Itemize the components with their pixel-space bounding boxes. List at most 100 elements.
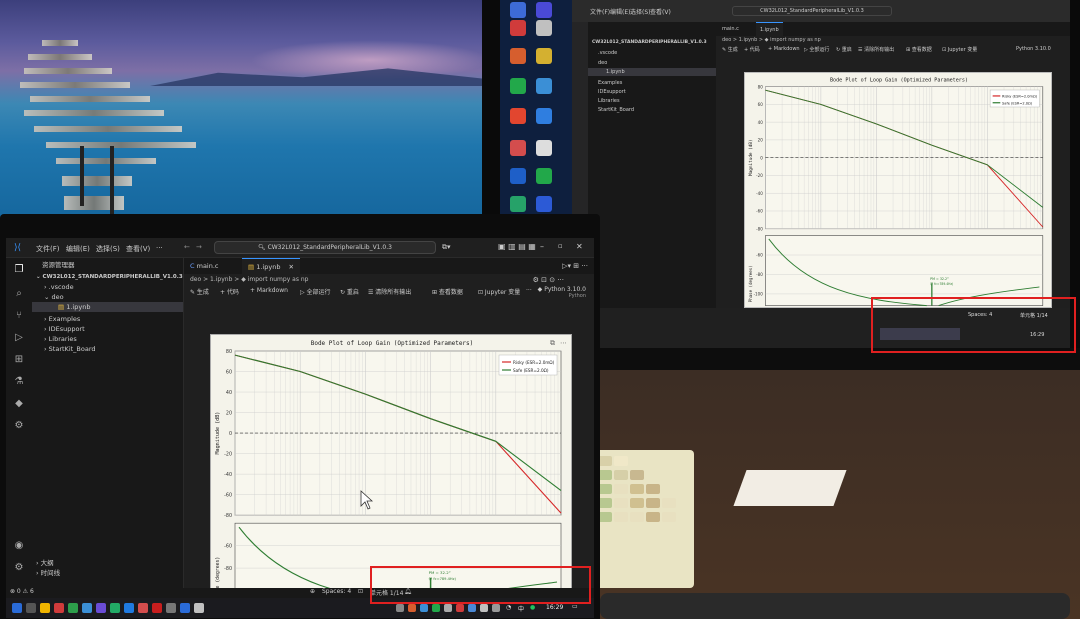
testing-icon[interactable]: ⚗	[13, 376, 25, 388]
editor-actions-icons[interactable]: ▷▾ ⊞ ···	[562, 262, 588, 270]
vscode-taskbar-icon[interactable]	[180, 603, 190, 613]
tray-icon[interactable]	[492, 604, 500, 612]
view-data-button-r[interactable]: ⊞ 查看数据	[906, 46, 932, 53]
tree-item-deo[interactable]: ⌄ deo	[44, 292, 195, 302]
wps-icon[interactable]	[152, 603, 162, 613]
tree-item-examples[interactable]: › Examples	[44, 314, 195, 324]
breadcrumb[interactable]: deo > 1.ipynb > ◆ import numpy as np	[190, 276, 309, 283]
start-menu-icon[interactable]	[12, 603, 22, 613]
menu-selection[interactable]: 选择(S)	[96, 244, 120, 254]
kernel-picker[interactable]: ◆ Python 3.10.0 Python	[538, 286, 586, 299]
restart-button-r[interactable]: ↻ 重启	[836, 46, 852, 53]
timeline-section[interactable]: › 时间线	[36, 568, 187, 578]
account-icon[interactable]: ◉	[13, 540, 25, 552]
source-control-icon[interactable]: ⑂	[13, 310, 25, 322]
outline-section[interactable]: › 大纲	[36, 558, 187, 568]
nav-back-icon[interactable]: ←	[184, 243, 190, 251]
app-icon[interactable]	[138, 603, 148, 613]
command-search[interactable]: 🔍︎ CW32L012_StandardPeripheralLib_V1.0.3	[214, 241, 436, 254]
copilot-icon[interactable]: ⧉▾	[442, 243, 451, 252]
indentation-indicator[interactable]: Spaces: 4	[322, 588, 351, 595]
app-icon[interactable]	[194, 603, 204, 613]
tray-icon[interactable]	[408, 604, 416, 612]
menu-file-r: 文件(F)	[590, 9, 611, 16]
tree-item-1-ipynb[interactable]: ▤ 1.ipynb	[32, 302, 183, 312]
tab-ipynb-r[interactable]: 1.ipynb	[756, 22, 783, 36]
jupyter-variables-button[interactable]: ⊡ Jupyter 变量	[478, 287, 520, 296]
manage-gear-icon[interactable]: ⚙	[13, 562, 25, 574]
nav-forward-icon[interactable]: →	[196, 243, 202, 251]
tab-label: main.c	[196, 262, 219, 270]
notification-center-icon[interactable]: ▭	[572, 603, 578, 610]
extensions-icon[interactable]: ⊞	[13, 354, 25, 366]
clear-outputs-button[interactable]: ☰ 清除所有输出	[368, 287, 411, 296]
tree-item-libraries[interactable]: › Libraries	[44, 334, 195, 344]
tray-icon[interactable]	[480, 604, 488, 612]
view-data-button[interactable]: ⊞ 查看数据	[432, 287, 463, 296]
run-all-button-r[interactable]: ▷ 全部运行	[804, 46, 829, 53]
close-button[interactable]: ✕	[576, 242, 583, 251]
tray-icon[interactable]	[432, 604, 440, 612]
app-icon[interactable]	[110, 603, 120, 613]
restart-kernel-button[interactable]: ↻ 重启	[340, 287, 359, 296]
zoom-icon[interactable]: ⊕	[310, 588, 315, 595]
jupyter-variables-button-r[interactable]: ⊡ Jupyter 变量	[942, 46, 977, 53]
taskview-icon[interactable]	[26, 603, 36, 613]
notebook-file-icon: ▤	[248, 263, 257, 271]
close-tab-icon[interactable]: ✕	[288, 263, 293, 271]
python-icon[interactable]: ◆	[13, 398, 25, 410]
tray-icon[interactable]	[456, 604, 464, 612]
y-tick-label: -60	[756, 209, 763, 214]
app-icon[interactable]	[124, 603, 134, 613]
add-markdown-button[interactable]: + Markdown	[250, 287, 288, 294]
bluetooth-icon[interactable]	[468, 604, 476, 612]
add-code-button-r[interactable]: + 代码	[744, 46, 760, 53]
generate-button[interactable]: ✎ 生成	[190, 287, 209, 296]
ime-indicator[interactable]: 中	[518, 604, 524, 613]
explorer-root[interactable]: ⌄ CW32L012_STANDARDPERIPHERALLIB_V1.0.3	[36, 272, 187, 282]
toolbar-more-button[interactable]: ···	[526, 287, 532, 294]
add-markdown-button-r[interactable]: + Markdown	[768, 46, 800, 52]
search-input-r[interactable]: CW32L012_StandardPeripheralLib_V1.0.3	[732, 6, 892, 16]
notebook-settings-icons[interactable]: ⚙ ⊡ ⊙ ···	[533, 276, 564, 284]
menu-more[interactable]: ···	[156, 244, 163, 252]
app-icon[interactable]	[166, 603, 176, 613]
copy-output-icon[interactable]: ⧉	[550, 339, 555, 348]
problems-count[interactable]: ⊗ 0 ⚠ 6	[10, 588, 34, 595]
add-code-button[interactable]: + 代码	[220, 287, 239, 296]
search-icon[interactable]: ⌕	[13, 288, 25, 300]
app-icon[interactable]	[68, 603, 78, 613]
app-icon[interactable]	[82, 603, 92, 613]
tree-item-startkit-board[interactable]: › StartKit_Board	[44, 344, 195, 354]
app-icon[interactable]	[96, 603, 106, 613]
menu-edit[interactable]: 编辑(E)	[66, 244, 90, 254]
wifi-icon[interactable]: ◔	[506, 604, 511, 611]
run-all-button[interactable]: ▷ 全部运行	[300, 287, 331, 296]
explorer-icon[interactable]: ❐	[13, 264, 25, 276]
minimize-button[interactable]: –	[540, 242, 544, 251]
tab-1-ipynb[interactable]: ▤ 1.ipynb ✕	[242, 258, 300, 274]
output-more-icon[interactable]: ⋯	[560, 339, 567, 347]
tab-main-c[interactable]: C main.c	[184, 258, 225, 274]
file-explorer-icon[interactable]	[40, 603, 50, 613]
tray-icon[interactable]	[420, 604, 428, 612]
tab-main-c-r[interactable]: main.c	[722, 26, 739, 32]
jupyter-status-icon[interactable]: ⊡	[358, 588, 363, 595]
clock: 16:29	[546, 604, 564, 611]
layout-icons[interactable]: ▣ ▥ ▤ ▦	[498, 242, 536, 251]
kernel-picker-r[interactable]: Python 3.10.0	[1016, 46, 1051, 52]
menu-view[interactable]: 查看(V)	[126, 244, 150, 254]
chrome-icon[interactable]	[54, 603, 64, 613]
settings-gear-icon[interactable]: ⚙	[13, 420, 25, 432]
tree-item-vscode[interactable]: › .vscode	[44, 282, 195, 292]
tray-icon[interactable]	[396, 604, 404, 612]
run-debug-icon[interactable]: ▷	[13, 332, 25, 344]
tray-icon[interactable]	[444, 604, 452, 612]
tree-item-idesupport[interactable]: › IDEsupport	[44, 324, 195, 334]
maximize-button[interactable]: ▫	[558, 242, 563, 250]
menu-file[interactable]: 文件(F)	[36, 244, 60, 254]
generate-button-r[interactable]: ✎ 生成	[722, 46, 738, 53]
clear-outputs-button-r[interactable]: ☰ 清除所有输出	[858, 46, 894, 53]
y-tick-label: 80	[226, 349, 232, 355]
wechat-icon[interactable]: ●	[530, 604, 535, 611]
